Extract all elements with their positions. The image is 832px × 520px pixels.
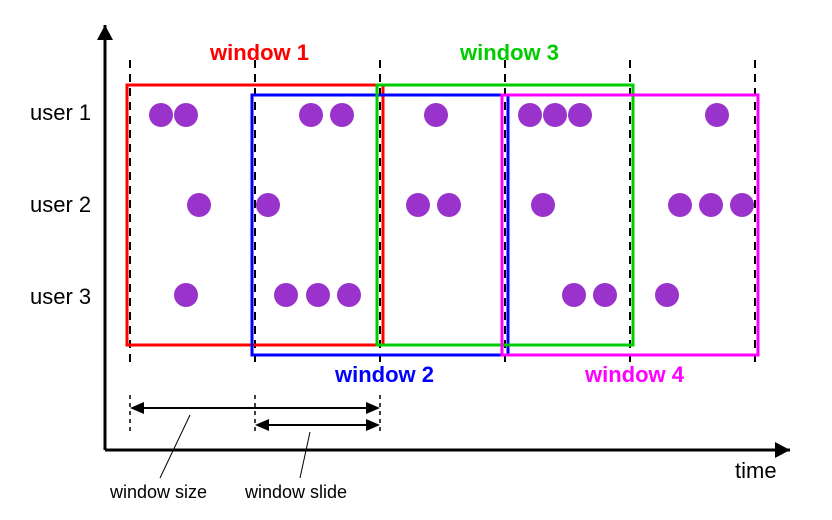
window-4-label: window 4 — [584, 362, 685, 387]
window-2-label: window 2 — [334, 362, 434, 387]
dimension-markers — [130, 395, 380, 478]
window-1-label: window 1 — [209, 40, 309, 65]
events-user-3 — [174, 283, 679, 307]
window-size-label: window size — [109, 482, 207, 502]
time-axis-label: time — [735, 458, 777, 483]
user-3-label: user 3 — [30, 284, 91, 309]
user-1-label: user 1 — [30, 100, 91, 125]
window-3-label: window 3 — [459, 40, 559, 65]
user-2-label: user 2 — [30, 192, 91, 217]
axes — [97, 25, 790, 458]
events-user-2 — [187, 193, 754, 217]
window-slide-label: window slide — [244, 482, 347, 502]
events-user-1 — [149, 103, 729, 127]
sliding-window-diagram: time user 1 user 2 user 3 window 1 windo… — [0, 0, 832, 520]
